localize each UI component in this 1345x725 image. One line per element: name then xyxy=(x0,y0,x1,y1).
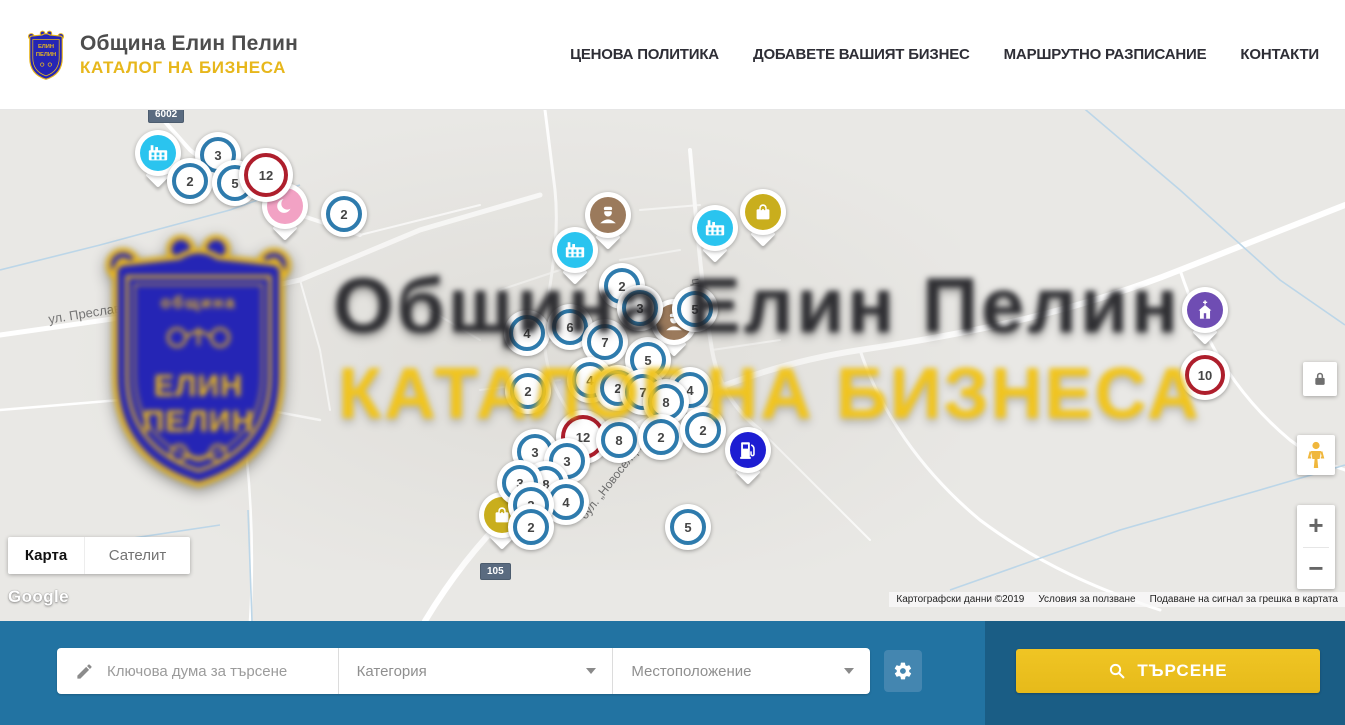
cluster-count: 7 xyxy=(587,324,623,360)
location-select-value: Местоположение xyxy=(631,663,751,680)
search-button-label: ТЪРСЕНЕ xyxy=(1137,661,1227,681)
cluster-marker[interactable]: 12 xyxy=(239,148,293,202)
keyword-search-input[interactable] xyxy=(107,663,317,680)
pencil-icon xyxy=(75,662,94,681)
zoom-out-button[interactable]: − xyxy=(1297,547,1335,589)
cluster-count: 3 xyxy=(622,290,658,326)
nav-pricing-policy[interactable]: ЦЕНОВА ПОЛИТИКА xyxy=(570,46,719,63)
markers-layer: 3251222354675422748128223383432510 xyxy=(0,110,1345,621)
cluster-marker[interactable]: 5 xyxy=(672,286,718,332)
cluster-marker[interactable]: 3 xyxy=(617,285,663,331)
search-submit-button[interactable]: ТЪРСЕНЕ xyxy=(1016,649,1320,693)
search-bar: Категория Местоположение ТЪРСЕНЕ xyxy=(0,621,1345,725)
svg-text:ПЕЛИН: ПЕЛИН xyxy=(36,51,56,57)
cluster-count: 5 xyxy=(677,291,713,327)
attribution-report-error-link[interactable]: Подаване на сигнал за грешка в картата xyxy=(1143,594,1345,605)
lock-icon xyxy=(1313,371,1327,387)
map-canvas[interactable]: ул. Преслав бул. „Новоселци" ци 6002 105 xyxy=(0,110,1345,621)
cluster-marker[interactable]: 2 xyxy=(680,407,726,453)
page: ЕЛИН ПЕЛИН Община Елин Пелин КАТАЛОГ НА … xyxy=(0,0,1345,725)
search-box: Категория Местоположение xyxy=(57,648,870,694)
pegman-icon xyxy=(1306,441,1326,469)
cluster-count: 2 xyxy=(172,163,208,199)
cluster-marker[interactable]: 8 xyxy=(596,417,642,463)
brand-text: Община Елин Пелин КАТАЛОГ НА БИЗНЕСА xyxy=(80,32,298,78)
cluster-count: 2 xyxy=(326,196,362,232)
chevron-down-icon xyxy=(844,668,854,674)
cluster-count: 8 xyxy=(601,422,637,458)
cluster-marker[interactable]: 10 xyxy=(1180,350,1230,400)
advanced-search-button[interactable] xyxy=(884,650,922,692)
factory-icon xyxy=(140,135,176,171)
cluster-count: 5 xyxy=(670,509,706,545)
nav-contacts[interactable]: КОНТАКТИ xyxy=(1240,46,1319,63)
map-type-map-button[interactable]: Карта xyxy=(8,537,84,574)
cluster-marker[interactable]: 2 xyxy=(638,414,684,460)
shopping-bag-icon xyxy=(745,194,781,230)
pin-marker-bag[interactable] xyxy=(740,189,786,235)
map-attribution: Картографски данни ©2019 Условия за полз… xyxy=(889,592,1345,607)
cluster-count: 2 xyxy=(643,419,679,455)
map-type-satellite-button[interactable]: Сателит xyxy=(84,537,190,574)
chevron-down-icon xyxy=(586,668,596,674)
pin-marker-worker[interactable] xyxy=(585,192,631,238)
main-nav: ЦЕНОВА ПОЛИТИКА ДОБАВЕТЕ ВАШИЯТ БИЗНЕС М… xyxy=(570,46,1319,63)
pin-marker-church[interactable] xyxy=(1182,287,1228,333)
brand-title: Община Елин Пелин xyxy=(80,32,298,56)
church-icon xyxy=(1187,292,1223,328)
cluster-marker[interactable]: 2 xyxy=(508,504,554,550)
category-select[interactable]: Категория xyxy=(339,648,613,694)
cluster-count: 12 xyxy=(244,153,288,197)
gear-icon xyxy=(893,661,913,681)
factory-icon xyxy=(697,210,733,246)
cluster-count: 2 xyxy=(513,509,549,545)
cluster-count: 2 xyxy=(685,412,721,448)
cluster-count: 2 xyxy=(510,373,546,409)
svg-text:ЕЛИН: ЕЛИН xyxy=(38,43,54,49)
attribution-terms-link[interactable]: Условия за ползване xyxy=(1031,594,1142,605)
header: ЕЛИН ПЕЛИН Община Елин Пелин КАТАЛОГ НА … xyxy=(0,0,1345,110)
map-type-control: Карта Сателит xyxy=(8,537,190,574)
nav-route-schedule[interactable]: МАРШРУТНО РАЗПИСАНИЕ xyxy=(1004,46,1207,63)
lock-button[interactable] xyxy=(1303,362,1337,396)
attribution-copyright: Картографски данни ©2019 xyxy=(889,594,1031,605)
cluster-marker[interactable]: 2 xyxy=(505,368,551,414)
zoom-in-button[interactable]: + xyxy=(1297,505,1335,547)
cluster-count: 10 xyxy=(1185,355,1225,395)
zoom-control: + − xyxy=(1297,505,1335,589)
cluster-marker[interactable]: 2 xyxy=(167,158,213,204)
cluster-marker[interactable]: 5 xyxy=(665,504,711,550)
cluster-count: 4 xyxy=(509,315,545,351)
fuel-icon xyxy=(730,432,766,468)
pin-marker-factory[interactable] xyxy=(692,205,738,251)
keyword-section xyxy=(57,648,338,694)
brand-subtitle: КАТАЛОГ НА БИЗНЕСА xyxy=(80,58,298,78)
google-logo[interactable]: Google xyxy=(8,587,69,607)
pin-marker-fuel[interactable] xyxy=(725,427,771,473)
location-select[interactable]: Местоположение xyxy=(613,648,870,694)
brand-logo[interactable]: ЕЛИН ПЕЛИН Община Елин Пелин КАТАЛОГ НА … xyxy=(24,25,298,85)
pegman-button[interactable] xyxy=(1297,435,1335,475)
search-icon xyxy=(1108,662,1126,680)
cluster-marker[interactable]: 2 xyxy=(321,191,367,237)
municipality-crest-icon: ЕЛИН ПЕЛИН xyxy=(24,25,68,85)
cluster-marker[interactable]: 4 xyxy=(504,310,550,356)
category-select-value: Категория xyxy=(357,663,427,680)
nav-add-your-business[interactable]: ДОБАВЕТЕ ВАШИЯТ БИЗНЕС xyxy=(753,46,970,63)
worker-icon xyxy=(590,197,626,233)
